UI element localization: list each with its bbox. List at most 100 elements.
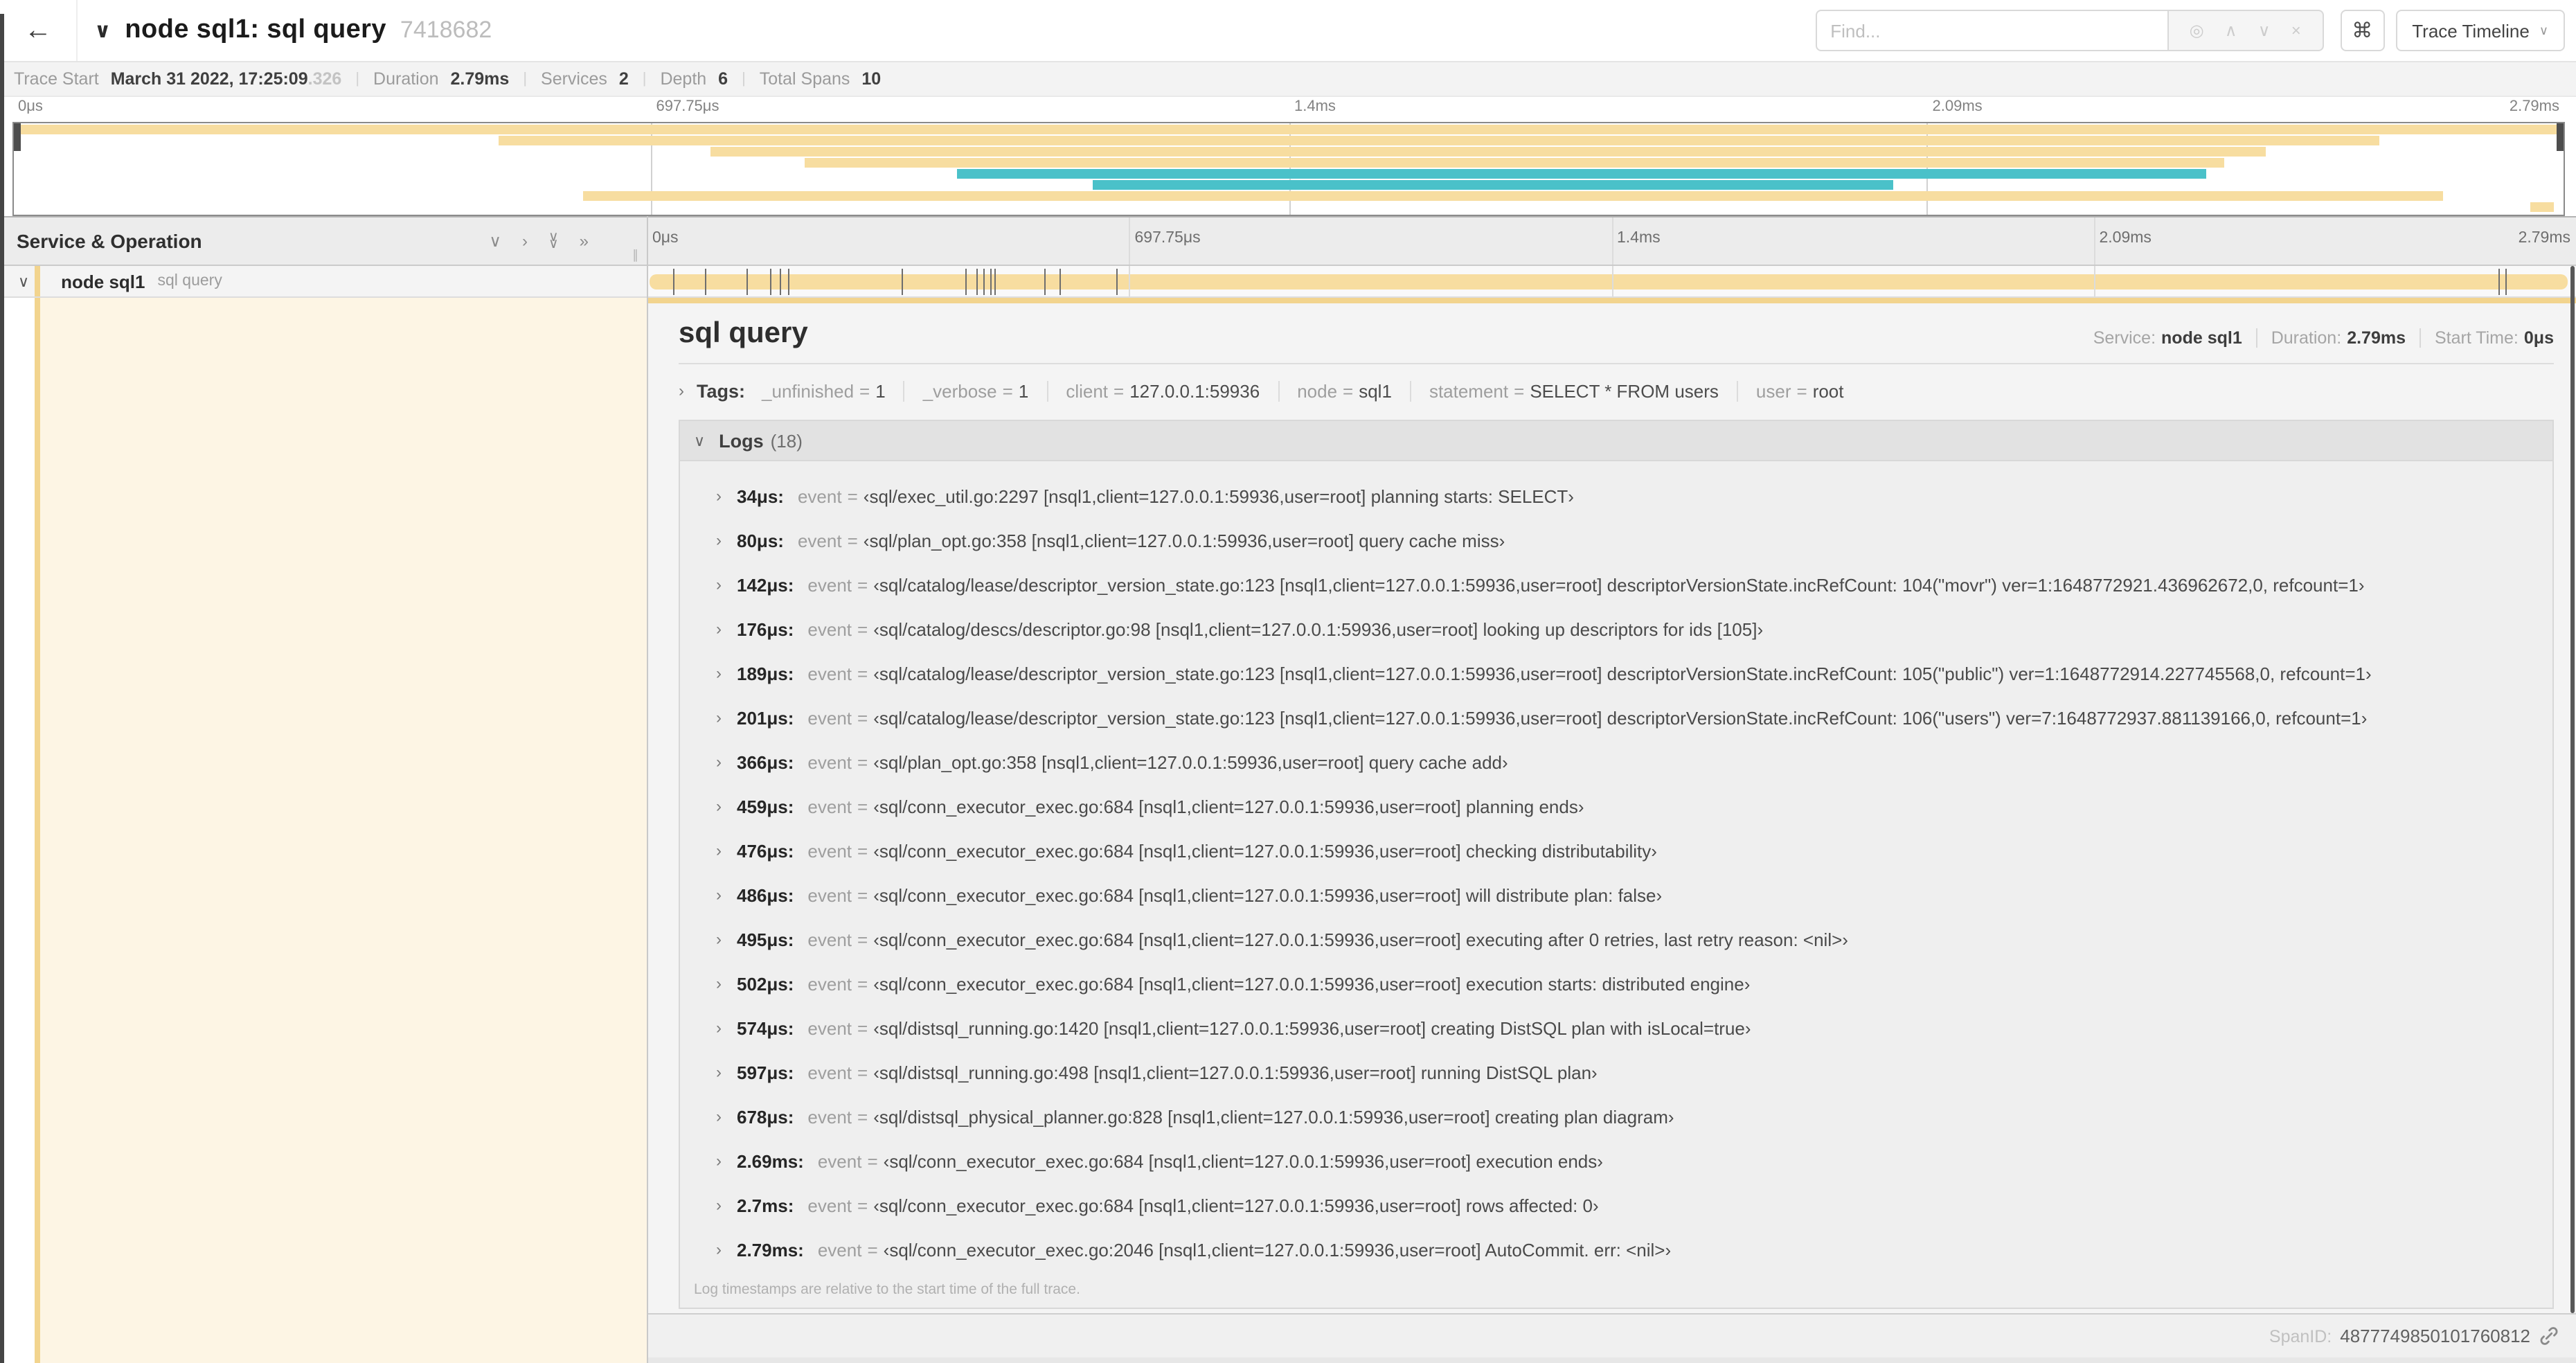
log-timestamp: 2.69ms: — [737, 1150, 804, 1171]
expand-all-icon[interactable]: » — [580, 231, 589, 251]
next-match-icon[interactable]: ∨ — [2258, 21, 2271, 40]
log-row[interactable]: › 574μs: event = ‹sql/distsql_running.go:142… — [680, 1006, 2552, 1050]
log-expand-chevron-icon: › — [716, 575, 722, 594]
log-row[interactable]: › 366μs: event = ‹sql/plan_opt.go:358 [nsql1… — [680, 740, 2552, 784]
log-field-key: event — [817, 1150, 862, 1171]
log-row[interactable]: › 2.79ms: event = ‹sql/conn_executor_exec.go… — [680, 1227, 2552, 1272]
bottom-strip — [648, 1357, 2576, 1363]
tag-value: SELECT * FROM users — [1530, 380, 1719, 401]
tags-row[interactable]: › Tags: _unfinished = 1 _verbose = 1 client = 12… — [679, 370, 2554, 411]
collapse-all-icon[interactable]: ∨ ∨ — [548, 231, 559, 251]
span-detail-left-gutter — [0, 298, 647, 1363]
log-marker-tick — [779, 269, 781, 295]
span-operation-name: sql query — [157, 273, 222, 289]
log-row[interactable]: › 189μs: event = ‹sql/catalog/lease/descript… — [680, 651, 2552, 695]
clear-search-icon[interactable]: × — [2291, 21, 2301, 40]
span-name-cell[interactable]: ∨ node sql1 sql query — [0, 266, 647, 298]
log-timestamp: 80μs: — [737, 530, 784, 551]
stat-separator: | — [742, 71, 746, 87]
log-field-key: event — [807, 751, 852, 772]
log-expand-chevron-icon: › — [716, 1018, 722, 1037]
span-color-top-border — [648, 298, 2576, 303]
detail-divider — [679, 363, 2554, 364]
log-field-value: ‹sql/conn_executor_exec.go:684 [nsql1,cl… — [873, 929, 1848, 950]
log-row[interactable]: › 486μs: event = ‹sql/conn_executor_exec.go:… — [680, 873, 2552, 917]
log-equals: = — [867, 1150, 878, 1171]
back-button[interactable]: ← — [0, 0, 78, 61]
timeline-tick-label: 0μs — [652, 230, 679, 247]
log-field-key: event — [807, 1062, 852, 1083]
log-field-value: ‹sql/conn_executor_exec.go:684 [nsql1,cl… — [873, 796, 1584, 817]
expand-one-icon[interactable]: › — [522, 231, 528, 251]
keyboard-shortcuts-button[interactable]: ⌘ — [2340, 10, 2385, 51]
collapse-one-icon[interactable]: ∨ — [489, 231, 501, 251]
log-row[interactable]: › 176μs: event = ‹sql/catalog/descs/descript… — [680, 607, 2552, 651]
log-field-value: ‹sql/catalog/lease/descriptor_version_st… — [873, 707, 2368, 728]
log-equals: = — [857, 973, 868, 994]
view-selector-label: Trace Timeline — [2412, 20, 2530, 41]
tag-item: node = sql1 — [1297, 380, 1392, 401]
span-timeline-cell[interactable] — [647, 266, 2576, 298]
span-duration-bar[interactable] — [650, 274, 2568, 289]
log-row[interactable]: › 597μs: event = ‹sql/distsql_running.go:498… — [680, 1050, 2552, 1094]
stat-label: Services — [541, 69, 612, 89]
timeline-tick-label: 697.75μs — [1134, 230, 1201, 247]
tags-title: Tags: — [697, 380, 746, 401]
log-marker-tick — [1116, 269, 1118, 295]
log-field-value: ‹sql/distsql_running.go:498 [nsql1,clien… — [873, 1062, 1598, 1083]
minimap-span-bar — [957, 169, 2207, 179]
log-timestamp: 2.7ms: — [737, 1195, 794, 1215]
spanid-value: 4877749850101760812 — [2340, 1326, 2530, 1346]
find-input[interactable] — [1815, 10, 2169, 51]
log-row[interactable]: › 80μs: event = ‹sql/plan_opt.go:358 [nsql1,… — [680, 518, 2552, 562]
page-header: ← ∨ node sql1: sql query 7418682 ◎ ∧ ∨ ×… — [0, 0, 2576, 61]
log-row[interactable]: › 502μs: event = ‹sql/conn_executor_exec.go:… — [680, 961, 2552, 1006]
log-equals: = — [857, 574, 868, 595]
log-field-key: event — [807, 973, 852, 994]
log-row[interactable]: › 2.7ms: event = ‹sql/conn_executor_exec.go:… — [680, 1183, 2552, 1227]
tag-item: statement = SELECT * FROM users — [1429, 380, 1719, 401]
log-timestamp: 574μs: — [737, 1017, 794, 1038]
log-row[interactable]: › 476μs: event = ‹sql/conn_executor_exec.go:… — [680, 828, 2552, 873]
log-timestamp: 459μs: — [737, 796, 794, 817]
find-toolbar: ◎ ∧ ∨ × — [2168, 10, 2324, 51]
log-row[interactable]: › 678μs: event = ‹sql/distsql_physical_plann… — [680, 1094, 2552, 1139]
logs-title: Logs — [719, 430, 764, 451]
column-resizer-grip[interactable]: ∥ — [632, 248, 638, 263]
trace-collapse-chevron-icon[interactable]: ∨ — [94, 18, 111, 43]
log-timestamp: 597μs: — [737, 1062, 794, 1083]
trace-title: node sql1: sql query — [125, 15, 386, 44]
deep-link-icon[interactable] — [2539, 1326, 2559, 1346]
log-expand-chevron-icon: › — [716, 486, 722, 506]
trace-minimap[interactable] — [12, 122, 2565, 216]
vertical-scrollbar[interactable] — [2570, 266, 2575, 1313]
log-field-value: ‹sql/exec_util.go:2297 [nsql1,client=127… — [863, 485, 1574, 506]
logs-header[interactable]: ∨ Logs (18) — [680, 421, 2552, 460]
logs-list: › 34μs: event = ‹sql/exec_util.go:2297 [nsql… — [680, 460, 2552, 1308]
tag-key: _unfinished — [762, 380, 855, 401]
span-children-chevron-icon[interactable]: ∨ — [18, 272, 29, 290]
span-detail-header: sql query Service: node sql1 Duration: 2.79… — [679, 317, 2554, 350]
span-detail-title: sql query — [679, 317, 808, 349]
log-row[interactable]: › 2.69ms: event = ‹sql/conn_executor_exec.go… — [680, 1139, 2552, 1183]
view-selector-button[interactable]: Trace Timeline ∨ — [2395, 10, 2565, 51]
timeline-ruler: 0μs 697.75μs 1.4ms 2.09ms 2.79ms — [647, 217, 2576, 265]
log-equals: = — [857, 618, 868, 639]
log-equals: = — [847, 485, 858, 506]
log-row[interactable]: › 495μs: event = ‹sql/conn_executor_exec.go:… — [680, 917, 2552, 961]
log-row[interactable]: › 459μs: event = ‹sql/conn_executor_exec.go:… — [680, 784, 2552, 828]
log-row[interactable]: › 201μs: event = ‹sql/catalog/lease/descript… — [680, 695, 2552, 740]
log-marker-tick — [770, 269, 772, 295]
prev-match-icon[interactable]: ∧ — [2225, 21, 2237, 40]
span-detail-panel: sql query Service: node sql1 Duration: 2.79… — [648, 298, 2576, 1313]
viewport-handle-right[interactable] — [2557, 123, 2564, 151]
log-field-key: event — [807, 796, 852, 817]
focus-match-icon[interactable]: ◎ — [2190, 21, 2204, 40]
log-marker-tick — [1059, 269, 1062, 295]
timeline-tick-label: 0μs — [18, 98, 43, 115]
span-row: ∨ node sql1 sql query — [0, 266, 2576, 298]
viewport-handle-left[interactable] — [14, 123, 21, 151]
tag-value: 1 — [875, 380, 886, 401]
log-row[interactable]: › 142μs: event = ‹sql/catalog/lease/descript… — [680, 562, 2552, 607]
log-row[interactable]: › 34μs: event = ‹sql/exec_util.go:2297 [nsql… — [680, 474, 2552, 518]
